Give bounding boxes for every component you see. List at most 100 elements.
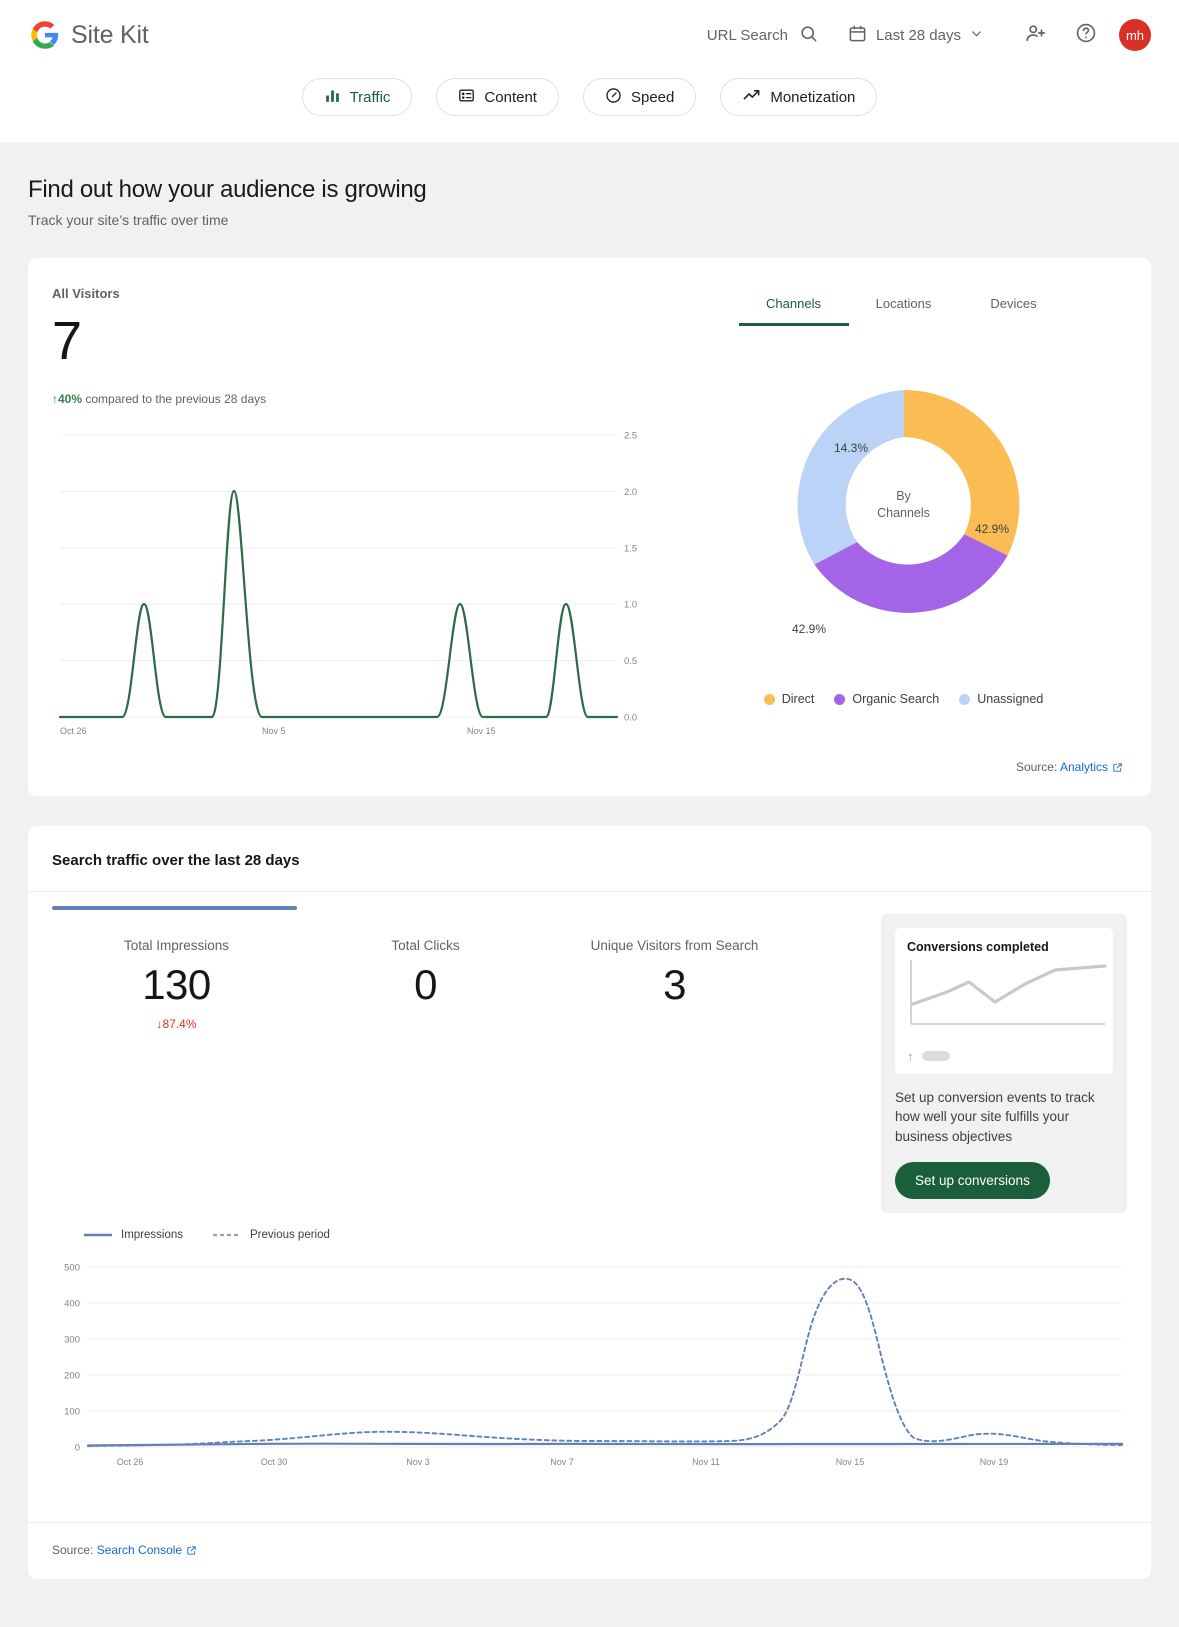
page-body: Find out how your audience is growing Tr… (0, 142, 1179, 1627)
kpi-value: 7 (52, 311, 82, 371)
url-search-button[interactable]: URL Search (707, 24, 818, 47)
legend-item-impressions[interactable]: Impressions (84, 1229, 183, 1241)
legend-line-dashed (213, 1234, 241, 1237)
donut-legend: Direct Organic Search Unassigned (680, 692, 1127, 706)
metric-total-clicks[interactable]: Total Clicks 0 (301, 914, 550, 1214)
legend-label-direct: Direct (781, 692, 815, 706)
conversions-cta-panel: Conversions completed ↑ Set up conversio… (881, 913, 1127, 1214)
page-bottom-spacer (28, 1579, 1151, 1607)
chart-y-ticks: 2.5 2.0 1.5 1.0 0.5 0.0 (624, 430, 637, 723)
conversions-sparkline (910, 959, 1107, 1025)
svg-text:Oct 26: Oct 26 (60, 726, 87, 736)
legend-label-organic-search: Organic Search (852, 692, 940, 706)
set-up-conversions-button[interactable]: Set up conversions (895, 1162, 1050, 1200)
search-chart-gridlines (86, 1266, 1122, 1448)
search-icon (799, 24, 818, 47)
page-subtitle: Track your site’s traffic over time (28, 212, 229, 228)
svg-text:100: 100 (64, 1407, 80, 1418)
donut-slice-unassigned[interactable] (797, 390, 904, 565)
search-console-source-link[interactable]: Search Console (97, 1543, 182, 1557)
svg-text:2.5: 2.5 (624, 430, 637, 441)
metric-total-impressions[interactable]: Total Impressions 130 ↓87.4% (52, 905, 301, 1214)
brand[interactable]: Site Kit (30, 20, 149, 50)
chevron-down-icon (970, 27, 983, 44)
metric-label: Total Clicks (391, 937, 460, 953)
svg-text:Oct 30: Oct 30 (261, 1457, 288, 1467)
conversions-preview-card: Conversions completed ↑ (895, 927, 1113, 1074)
page-heading: Find out how your audience is growing Tr… (28, 176, 1151, 228)
svg-text:Oct 26: Oct 26 (117, 1457, 144, 1467)
change-value: 40% (58, 391, 83, 406)
bar-chart-icon (324, 87, 341, 108)
metric-value: 130 (142, 960, 211, 1008)
svg-text:400: 400 (64, 1299, 80, 1310)
tab-locations[interactable]: Locations (849, 286, 959, 326)
svg-text:Nov 5: Nov 5 (262, 726, 286, 736)
visitors-panel: All Visitors 7 ↑40% compared to the prev… (52, 286, 664, 742)
series-previous-period (87, 1278, 1123, 1448)
nav-pill-content[interactable]: Content (436, 78, 559, 116)
series-impressions (86, 1442, 1124, 1447)
add-user-icon (1025, 22, 1047, 49)
page-title: Find out how your audience is growing (28, 176, 427, 203)
metric-change: ↓87.4% (156, 1016, 197, 1031)
legend-item-organic-search[interactable]: Organic Search (834, 692, 939, 706)
kpi-label: All Visitors (52, 286, 120, 301)
tab-devices[interactable]: Devices (959, 286, 1069, 326)
metric-label: Total Impressions (123, 937, 230, 953)
donut-label-direct: 42.9% (974, 522, 1008, 536)
legend-item-unassigned[interactable]: Unassigned (959, 692, 1043, 706)
all-visitors-card: All Visitors 7 ↑40% compared to the prev… (28, 258, 1151, 796)
svg-text:Nov 15: Nov 15 (836, 1457, 865, 1467)
channels-panel: Channels Locations Devices 42.9% 42.9% 1… (664, 286, 1127, 742)
metric-label: Unique Visitors from Search (590, 937, 759, 953)
nav-pill-label: Speed (630, 88, 675, 106)
analytics-source-link[interactable]: Analytics (1060, 760, 1108, 774)
nav-pill-label: Traffic (349, 88, 391, 106)
nav-pill-speed[interactable]: Speed (582, 78, 697, 116)
date-range-label: Last 28 days (875, 26, 961, 44)
legend-item-direct[interactable]: Direct (763, 692, 815, 706)
external-link-icon (186, 1545, 197, 1559)
chart-x-ticks: Oct 26 Nov 5 Nov 15 (60, 726, 496, 736)
conversions-description: Set up conversion events to track how we… (895, 1089, 1095, 1144)
conversions-trend-row: ↑ (907, 1049, 1101, 1064)
search-console-chart-svg: 500 400 300 200 100 0 Oct 26 Oct 30 Nov … (64, 1263, 1124, 1467)
date-range-selector[interactable]: Last 28 days (848, 24, 983, 47)
trend-up-icon: ↑ (907, 1048, 914, 1064)
nav-pill-traffic[interactable]: Traffic (301, 78, 413, 116)
legend-label-previous-period: Previous period (250, 1229, 330, 1242)
nav-pill-monetization[interactable]: Monetization (720, 78, 878, 116)
chart-gridlines (60, 434, 617, 718)
metric-value: 3 (663, 960, 686, 1008)
help-button[interactable] (1069, 18, 1103, 52)
segment-tabs: Channels Locations Devices (680, 286, 1127, 326)
svg-text:1.0: 1.0 (624, 599, 637, 610)
avatar[interactable]: mh (1119, 19, 1151, 51)
source-prefix: Source: (52, 1543, 97, 1558)
help-circle-icon (1075, 22, 1097, 49)
svg-text:Nov 7: Nov 7 (550, 1457, 574, 1467)
legend-item-previous-period[interactable]: Previous period (213, 1229, 330, 1241)
svg-text:Nov 15: Nov 15 (467, 726, 496, 736)
search-card-title: Search traffic over the last 28 days (28, 826, 1151, 892)
legend-dot-direct (763, 693, 775, 705)
legend-label-impressions: Impressions (121, 1229, 183, 1242)
metric-unique-visitors-from-search[interactable]: Unique Visitors from Search 3 (550, 914, 799, 1214)
search-console-chart: Impressions Previous period 500 400 300 … (28, 1213, 1151, 1504)
external-link-icon (1112, 762, 1123, 776)
svg-text:Nov 11: Nov 11 (692, 1457, 720, 1467)
svg-text:0: 0 (75, 1443, 80, 1454)
speedometer-icon (605, 87, 622, 108)
add-user-button[interactable] (1019, 18, 1053, 52)
svg-text:Nov 3: Nov 3 (406, 1457, 430, 1467)
svg-text:0.0: 0.0 (624, 712, 637, 723)
metric-value: 0 (414, 960, 437, 1008)
nav-pills: Traffic Content Speed Monetization (0, 70, 1179, 142)
search-console-source-row: Source: Search Console (28, 1522, 1151, 1579)
svg-text:1.5: 1.5 (624, 543, 637, 554)
tab-channels[interactable]: Channels (738, 286, 849, 326)
kpi-change: ↑40% compared to the previous 28 days (52, 392, 664, 406)
content-list-icon (458, 87, 475, 108)
visitors-chart-svg: 2.5 2.0 1.5 1.0 0.5 0.0 Oct 26 Nov 5 Nov… (58, 430, 637, 736)
